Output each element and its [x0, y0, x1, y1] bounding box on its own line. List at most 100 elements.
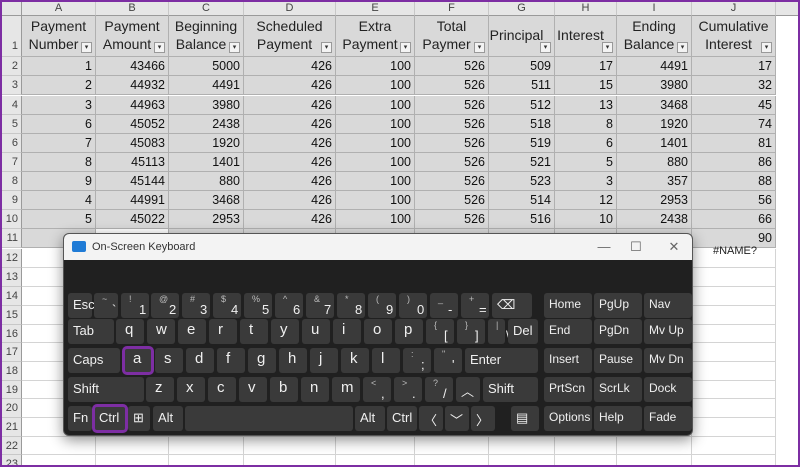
- key-alt[interactable]: Alt: [153, 406, 183, 431]
- key-down[interactable]: ﹀: [445, 406, 469, 431]
- key-help[interactable]: Help: [594, 406, 642, 431]
- select-all-corner[interactable]: [0, 0, 22, 16]
- table-cell[interactable]: 426: [244, 191, 336, 210]
- col-header-h[interactable]: H: [555, 0, 617, 16]
- row-header[interactable]: 10: [0, 210, 22, 229]
- row-header[interactable]: 3: [0, 76, 22, 95]
- key-n9[interactable]: (9: [368, 293, 396, 318]
- key-e[interactable]: e: [178, 319, 206, 344]
- table-cell[interactable]: 526: [415, 115, 489, 134]
- empty-cell[interactable]: [336, 437, 415, 455]
- empty-cell[interactable]: [692, 325, 776, 343]
- row-header[interactable]: 1: [0, 16, 22, 57]
- key-x[interactable]: x: [177, 377, 205, 402]
- key-d[interactable]: d: [186, 348, 214, 373]
- table-cell[interactable]: 526: [415, 134, 489, 153]
- filter-dropdown-icon[interactable]: ▾: [540, 42, 551, 53]
- osk-title-bar[interactable]: On-Screen Keyboard — ☐ ✕: [64, 234, 692, 260]
- empty-cell[interactable]: [96, 455, 169, 467]
- key-colon[interactable]: :;: [403, 348, 431, 373]
- empty-cell[interactable]: [489, 455, 555, 467]
- key-dock[interactable]: Dock: [644, 377, 692, 402]
- table-cell[interactable]: 100: [336, 210, 415, 229]
- key-shift[interactable]: Shift: [68, 377, 144, 402]
- table-cell[interactable]: 6: [22, 115, 96, 134]
- table-cell[interactable]: 9: [22, 172, 96, 191]
- table-header-cell[interactable]: Interest ▾: [555, 16, 617, 57]
- table-cell[interactable]: 880: [617, 153, 692, 172]
- filter-dropdown-icon[interactable]: ▾: [154, 42, 165, 53]
- col-header-b[interactable]: B: [96, 0, 169, 16]
- key-m[interactable]: m: [332, 377, 360, 402]
- key-z[interactable]: z: [146, 377, 174, 402]
- table-cell[interactable]: 17: [692, 57, 776, 76]
- key-prtscn[interactable]: PrtScn: [544, 377, 592, 402]
- key-lt[interactable]: <,: [363, 377, 391, 402]
- filter-dropdown-icon[interactable]: ▾: [229, 42, 240, 53]
- table-cell[interactable]: 4491: [617, 57, 692, 76]
- table-cell[interactable]: 100: [336, 76, 415, 95]
- key-lbrace[interactable]: {[: [426, 319, 454, 344]
- key-f[interactable]: f: [217, 348, 245, 373]
- key-left[interactable]: 〈: [419, 406, 443, 431]
- key-n3[interactable]: #3: [182, 293, 210, 318]
- key-rbrace[interactable]: }]: [457, 319, 485, 344]
- empty-cell[interactable]: [692, 418, 776, 437]
- key-s[interactable]: s: [155, 348, 183, 373]
- key-options[interactable]: Options: [544, 406, 592, 431]
- row-header[interactable]: 11: [0, 229, 22, 248]
- key-l[interactable]: l: [372, 348, 400, 373]
- key-n2[interactable]: @2: [151, 293, 179, 318]
- table-cell[interactable]: 15: [555, 76, 617, 95]
- table-header-cell[interactable]: Total Paymer ▾: [415, 16, 489, 57]
- filter-dropdown-icon[interactable]: ▾: [321, 42, 332, 53]
- empty-cell[interactable]: [555, 455, 617, 467]
- key-end[interactable]: End: [544, 319, 592, 344]
- empty-cell[interactable]: [692, 268, 776, 287]
- empty-cell[interactable]: [692, 399, 776, 418]
- table-cell[interactable]: 426: [244, 134, 336, 153]
- table-cell[interactable]: 5000: [169, 57, 244, 76]
- table-cell[interactable]: 66: [692, 210, 776, 229]
- table-cell[interactable]: 44932: [96, 76, 169, 95]
- table-cell[interactable]: 100: [336, 191, 415, 210]
- col-header-i[interactable]: I: [617, 0, 692, 16]
- close-button[interactable]: ✕: [664, 239, 684, 255]
- empty-cell[interactable]: [244, 437, 336, 455]
- key-quote[interactable]: " ': [434, 348, 462, 373]
- filter-dropdown-icon[interactable]: ▾: [81, 42, 92, 53]
- table-cell[interactable]: 526: [415, 191, 489, 210]
- empty-cell[interactable]: [22, 437, 96, 455]
- key-n5[interactable]: % 5: [244, 293, 272, 318]
- key-pause[interactable]: Pause: [594, 348, 642, 373]
- empty-cell[interactable]: [692, 362, 776, 381]
- minimize-button[interactable]: —: [594, 239, 614, 254]
- table-cell[interactable]: 17: [555, 57, 617, 76]
- table-header-cell[interactable]: Cumulative Interest ▾: [692, 16, 776, 57]
- table-cell[interactable]: 3980: [617, 76, 692, 95]
- key-n[interactable]: n: [301, 377, 329, 402]
- table-cell[interactable]: 8: [22, 153, 96, 172]
- key-n7[interactable]: & 7: [306, 293, 334, 318]
- table-cell[interactable]: 100: [336, 115, 415, 134]
- key-t[interactable]: t: [240, 319, 268, 344]
- key-minus[interactable]: _ -: [430, 293, 458, 318]
- filter-dropdown-icon[interactable]: ▾: [761, 42, 772, 53]
- col-header-j[interactable]: J: [692, 0, 776, 16]
- key-n0[interactable]: ) 0: [399, 293, 427, 318]
- key-ctrl2[interactable]: Ctrl: [387, 406, 417, 431]
- row-header[interactable]: 20: [0, 399, 22, 418]
- col-header-e[interactable]: E: [336, 0, 415, 16]
- key-alt2[interactable]: Alt: [355, 406, 385, 431]
- table-cell[interactable]: 2438: [169, 115, 244, 134]
- key-n8[interactable]: * 8: [337, 293, 365, 318]
- maximize-button[interactable]: ☐: [626, 239, 646, 255]
- empty-cell[interactable]: [415, 455, 489, 467]
- key-gt[interactable]: >.: [394, 377, 422, 402]
- table-cell[interactable]: 3468: [169, 191, 244, 210]
- key-home[interactable]: Home: [544, 293, 592, 318]
- key-fade[interactable]: Fade: [644, 406, 692, 431]
- row-header[interactable]: 5: [0, 115, 22, 134]
- table-cell[interactable]: 4: [22, 191, 96, 210]
- key-o[interactable]: o: [364, 319, 392, 344]
